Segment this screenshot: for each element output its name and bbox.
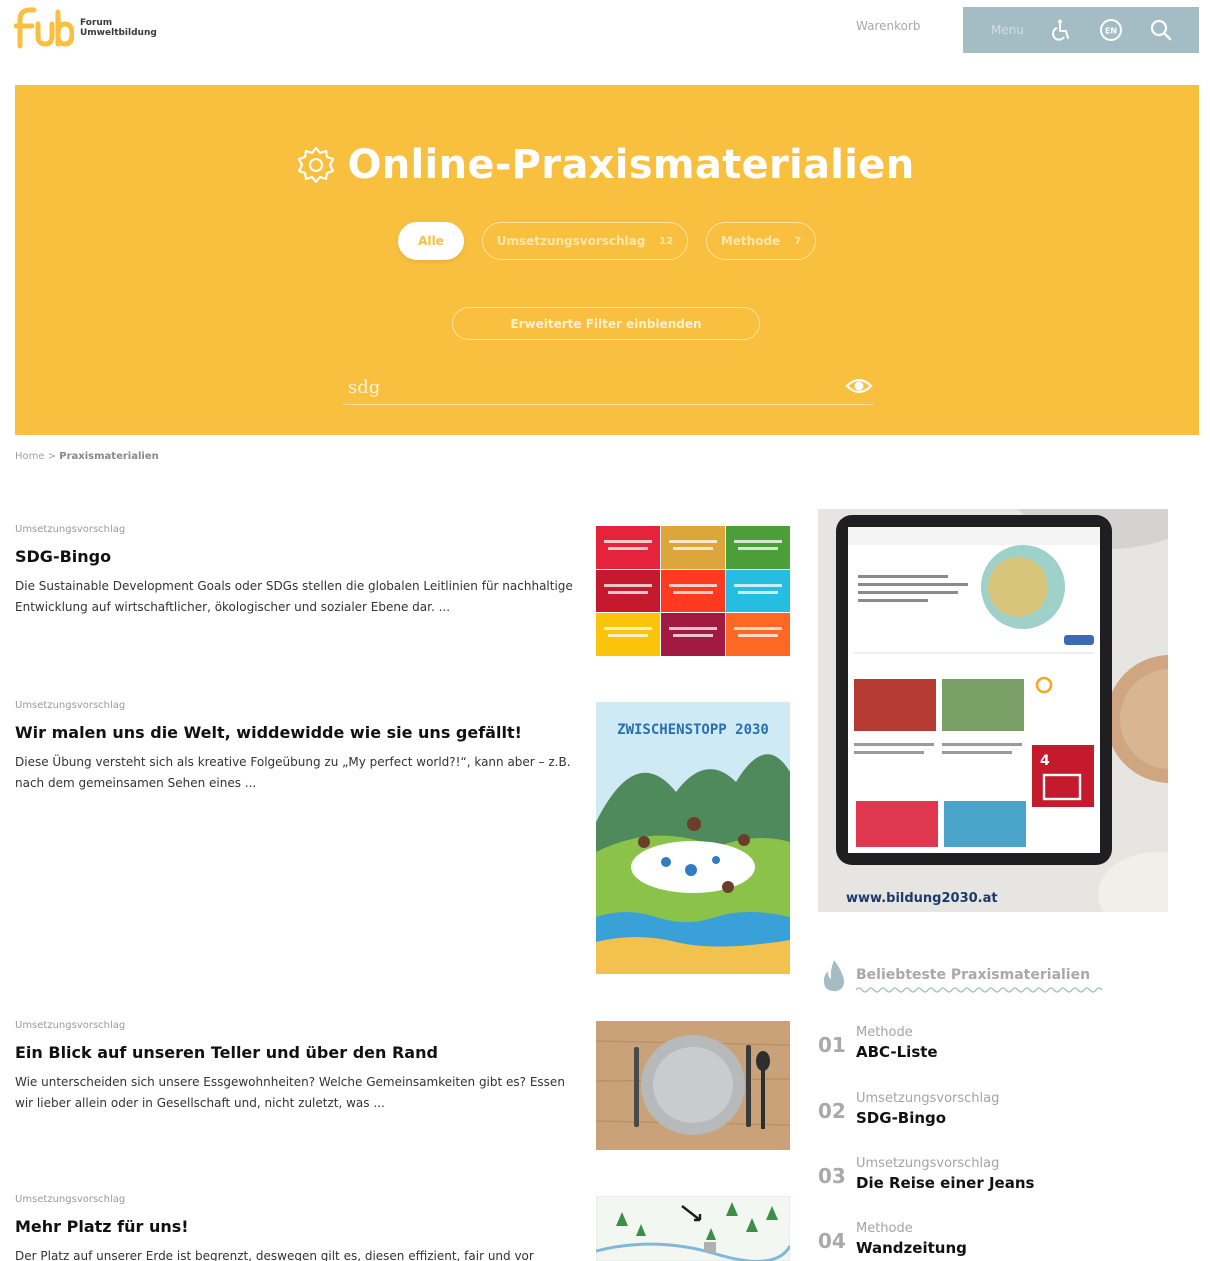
- language-en-icon[interactable]: EN: [1099, 18, 1123, 42]
- search-field: [343, 371, 873, 405]
- advanced-filter-button[interactable]: Erweiterte Filter einblenden: [452, 307, 760, 340]
- article-excerpt: Wie unterscheiden sich unsere Essgewohnh…: [15, 1075, 565, 1110]
- tab-methode[interactable]: Methode 7: [706, 222, 816, 260]
- popular-kind: Umsetzungsvorschlag: [856, 1091, 1000, 1106]
- article-title[interactable]: SDG-Bingo: [15, 547, 575, 566]
- tablet-mockup-image: 4: [818, 509, 1168, 912]
- plate-image: [596, 1021, 790, 1150]
- article-title[interactable]: Mehr Platz für uns!: [15, 1217, 575, 1236]
- article-item[interactable]: Umsetzungsvorschlag SDG-Bingo Die Sustai…: [15, 524, 575, 618]
- article-excerpt: Diese Übung versteht sich als kreative F…: [15, 755, 571, 790]
- tab-alle[interactable]: Alle: [398, 222, 464, 260]
- wave-divider-icon: [856, 987, 1103, 993]
- svg-text:EN: EN: [1105, 27, 1117, 36]
- popular-rank: 04: [818, 1229, 846, 1253]
- article-title[interactable]: Wir malen uns die Welt, widdewidde wie s…: [15, 723, 575, 742]
- menu-button[interactable]: Menu: [991, 23, 1049, 37]
- article-item[interactable]: Umsetzungsvorschlag Ein Blick auf unsere…: [15, 1020, 575, 1114]
- article-category: Umsetzungsvorschlag: [15, 1020, 126, 1031]
- popular-rank: 01: [818, 1033, 846, 1057]
- utility-bar: Menu EN: [963, 7, 1199, 53]
- article-excerpt: Der Platz auf unserer Erde ist begrenzt,…: [15, 1249, 534, 1261]
- search-icon[interactable]: [1149, 18, 1173, 42]
- fire-icon: [823, 960, 844, 992]
- poster-title: ZWISCHENSTOPP 2030: [617, 722, 769, 738]
- breadcrumb-separator: >: [47, 451, 57, 462]
- plate-thumbnail[interactable]: [596, 1021, 790, 1150]
- map-thumbnail[interactable]: [596, 1196, 790, 1261]
- page-title: Online-Praxismaterialien: [347, 142, 915, 188]
- logo-wordmark: Forum Umweltbildung: [80, 18, 157, 38]
- article-excerpt: Die Sustainable Development Goals oder S…: [15, 579, 573, 614]
- puzzle-gear-icon: [298, 146, 335, 184]
- accessibility-icon[interactable]: [1049, 18, 1073, 42]
- sdg-grid-image: [596, 526, 790, 656]
- cart-link[interactable]: Warenkorb: [856, 19, 921, 33]
- site-header: Forum Umweltbildung Warenkorb Menu EN: [0, 0, 1210, 72]
- tab-alle-label: Alle: [418, 234, 444, 248]
- breadcrumb-home[interactable]: Home: [15, 451, 45, 462]
- popular-name[interactable]: Wandzeitung: [856, 1239, 967, 1257]
- popular-kind: Umsetzungsvorschlag: [856, 1156, 1000, 1171]
- breadcrumb-current: Praxismaterialien: [59, 451, 159, 462]
- sdg-4-tile-number: 4: [1040, 753, 1050, 769]
- fub-logo-icon: [14, 7, 74, 49]
- article-category: Umsetzungsvorschlag: [15, 700, 126, 711]
- popular-rank: 03: [818, 1164, 846, 1188]
- tab-methode-label: Methode: [720, 234, 781, 248]
- zwischenstopp-poster-thumbnail[interactable]: ZWISCHENSTOPP 2030: [596, 702, 790, 974]
- tab-umsetzungsvorschlag[interactable]: Umsetzungsvorschlag 12: [482, 222, 688, 260]
- breadcrumb: Home > Praxismaterialien: [15, 451, 159, 462]
- promo-url[interactable]: www.bildung2030.at: [846, 891, 998, 906]
- tab-methode-count: 7: [794, 235, 802, 247]
- site-logo[interactable]: Forum Umweltbildung: [14, 6, 157, 50]
- popular-rank: 02: [818, 1099, 846, 1123]
- popular-name[interactable]: ABC-Liste: [856, 1043, 938, 1061]
- bildung2030-promo[interactable]: 4 www.bildung2030.at: [818, 509, 1168, 912]
- tab-umsetzungsvorschlag-count: 12: [659, 235, 674, 247]
- zwischenstopp-poster-image: ZWISCHENSTOPP 2030: [596, 702, 790, 974]
- page-title-row: Online-Praxismaterialien: [0, 142, 1210, 188]
- search-input[interactable]: [348, 373, 828, 401]
- popular-kind: Methode: [856, 1221, 913, 1236]
- map-image: [596, 1196, 790, 1261]
- article-title[interactable]: Ein Blick auf unseren Teller und über de…: [15, 1043, 575, 1062]
- article-item[interactable]: Umsetzungsvorschlag Wir malen uns die We…: [15, 700, 575, 794]
- tab-umsetzungsvorschlag-label: Umsetzungsvorschlag: [496, 234, 646, 248]
- popular-name[interactable]: SDG-Bingo: [856, 1109, 946, 1127]
- popular-title: Beliebteste Praxismaterialien: [856, 967, 1091, 983]
- popular-name[interactable]: Die Reise einer Jeans: [856, 1174, 1034, 1192]
- sdg-grid-thumbnail[interactable]: [596, 526, 790, 656]
- popular-kind: Methode: [856, 1025, 913, 1040]
- article-category: Umsetzungsvorschlag: [15, 1194, 126, 1205]
- article-category: Umsetzungsvorschlag: [15, 524, 126, 535]
- article-item[interactable]: Umsetzungsvorschlag Mehr Platz für uns! …: [15, 1194, 575, 1261]
- eye-icon[interactable]: [845, 375, 873, 397]
